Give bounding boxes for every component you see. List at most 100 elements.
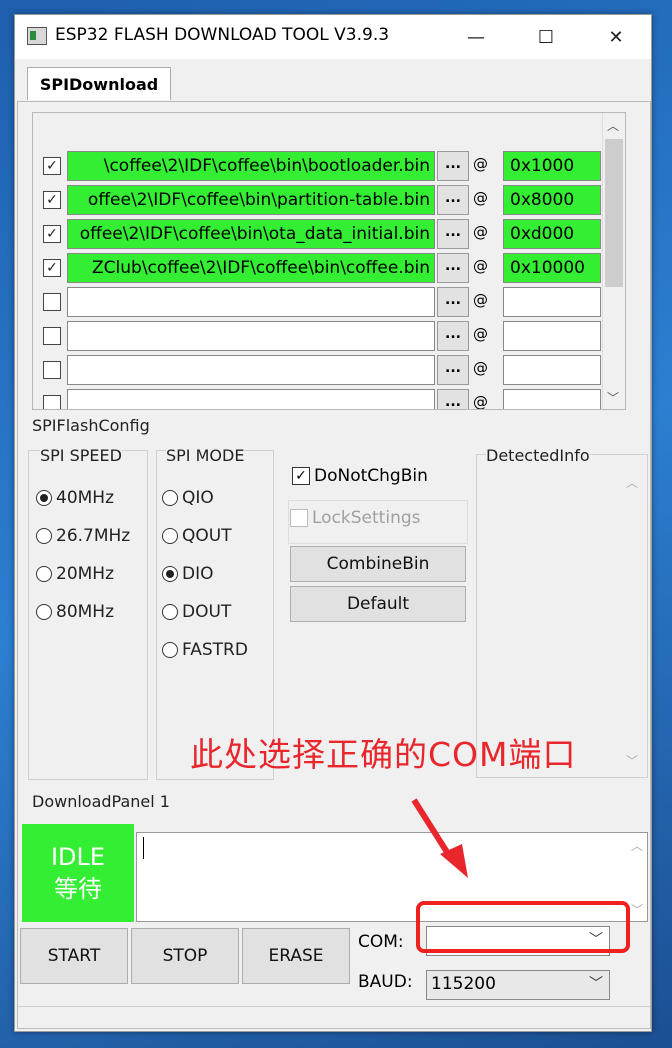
file-checkbox[interactable] (43, 327, 61, 345)
scroll-up-icon[interactable]: ︿ (607, 117, 619, 134)
com-label: COM: (358, 932, 404, 952)
address-field[interactable]: 0xd000 (503, 219, 601, 249)
spiflashconfig-label: SPIFlashConfig (32, 416, 150, 435)
browse-button[interactable]: ... (437, 287, 469, 317)
title-bar[interactable]: ESP32 FLASH DOWNLOAD TOOL V3.9.3 — ☐ ✕ (15, 15, 651, 59)
address-field[interactable] (503, 321, 601, 351)
file-path-field[interactable]: \coffee\2\IDF\coffee\bin\bootloader.bin (67, 151, 435, 181)
app-window: ESP32 FLASH DOWNLOAD TOOL V3.9.3 — ☐ ✕ S… (14, 14, 652, 1032)
checkbox-label: LockSettings (312, 508, 421, 528)
browse-button[interactable]: ... (437, 321, 469, 351)
spi-mode-label: SPI MODE (166, 446, 245, 465)
address-field[interactable]: 0x1000 (503, 151, 601, 181)
file-checkbox[interactable] (43, 395, 61, 409)
donotchgbin-checkbox[interactable]: ✓ DoNotChgBin (292, 466, 428, 486)
status-text-en: IDLE (50, 843, 106, 871)
baud-label: BAUD: (358, 972, 413, 992)
browse-button[interactable]: ... (437, 151, 469, 181)
file-checkbox[interactable] (43, 293, 61, 311)
at-label: @ (473, 359, 488, 377)
highlight-box (416, 901, 630, 953)
browse-button[interactable]: ... (437, 389, 469, 409)
file-checkbox[interactable] (43, 361, 61, 379)
address-field[interactable]: 0x8000 (503, 185, 601, 215)
minimize-button[interactable]: — (441, 15, 511, 59)
arrow-shaft (411, 798, 455, 862)
radio-label: QOUT (182, 526, 232, 546)
detectedinfo-label: DetectedInfo (486, 446, 590, 465)
tab-bar: SPIDownload (15, 59, 651, 101)
maximize-button[interactable]: ☐ (511, 15, 581, 59)
annotation-arrow (411, 798, 468, 878)
file-path-field[interactable] (67, 355, 435, 385)
address-field[interactable] (503, 287, 601, 317)
file-path-field[interactable] (67, 321, 435, 351)
radio-label: 80MHz (56, 602, 115, 622)
file-path-field[interactable] (67, 287, 435, 317)
spi-speed-label: SPI SPEED (40, 446, 122, 465)
file-path-field[interactable] (67, 389, 435, 409)
radio-icon (36, 528, 52, 544)
file-path-field[interactable]: offee\2\IDF\coffee\bin\ota_data_initial.… (67, 219, 435, 249)
baud-rate-select[interactable]: 115200 ﹀ (426, 970, 610, 1000)
status-text-cn: 等待 (54, 875, 102, 903)
browse-button[interactable]: ... (437, 355, 469, 385)
speed-20mhz-radio[interactable]: 20MHz (36, 564, 114, 584)
speed-80mhz-radio[interactable]: 80MHz (36, 602, 114, 622)
radio-selected-icon (36, 490, 52, 506)
at-label: @ (473, 155, 488, 173)
file-checkbox[interactable]: ✓ (43, 259, 61, 277)
scroll-down-icon[interactable]: ﹀ (626, 752, 638, 769)
file-row: ... @ (33, 353, 625, 387)
app-icon (27, 27, 47, 45)
file-row: ✓ offee\2\IDF\coffee\bin\partition-table… (33, 183, 625, 217)
browse-button[interactable]: ... (437, 219, 469, 249)
default-button[interactable]: Default (290, 586, 466, 622)
mode-qio-radio[interactable]: QIO (162, 488, 214, 508)
browse-button[interactable]: ... (437, 253, 469, 283)
radio-selected-icon (162, 566, 178, 582)
speed-26mhz-radio[interactable]: 26.7MHz (36, 526, 130, 546)
radio-label: 20MHz (56, 564, 115, 584)
window-title: ESP32 FLASH DOWNLOAD TOOL V3.9.3 (55, 25, 390, 45)
file-list: ✓ \coffee\2\IDF\coffee\bin\bootloader.bi… (32, 112, 626, 410)
address-field[interactable] (503, 355, 601, 385)
locksettings-checkbox[interactable]: LockSettings (290, 508, 421, 528)
file-row: ... @ (33, 285, 625, 319)
scroll-up-icon[interactable]: ︿ (626, 474, 638, 491)
annotation-text: 此处选择正确的COM端口 (190, 735, 577, 774)
start-button[interactable]: START (20, 928, 128, 984)
spidownload-panel: ✓ \coffee\2\IDF\coffee\bin\bootloader.bi… (17, 101, 651, 1029)
scroll-up-icon[interactable]: ︿ (631, 837, 643, 854)
radio-label: DIO (182, 564, 214, 584)
mode-qout-radio[interactable]: QOUT (162, 526, 232, 546)
browse-button[interactable]: ... (437, 185, 469, 215)
radio-label: FASTRD (182, 640, 248, 660)
file-path-field[interactable]: ZClub\coffee\2\IDF\coffee\bin\coffee.bin (67, 253, 435, 283)
file-checkbox[interactable]: ✓ (43, 225, 61, 243)
file-list-scrollbar[interactable]: ︿ ﹀ (602, 113, 625, 409)
scroll-thumb[interactable] (605, 139, 623, 287)
tab-spidownload[interactable]: SPIDownload (27, 67, 171, 100)
speed-40mhz-radio[interactable]: 40MHz (36, 488, 114, 508)
mode-dio-radio[interactable]: DIO (162, 564, 214, 584)
stop-button[interactable]: STOP (131, 928, 239, 984)
radio-icon (162, 604, 178, 620)
file-path-field[interactable]: offee\2\IDF\coffee\bin\partition-table.b… (67, 185, 435, 215)
mode-fastrd-radio[interactable]: FASTRD (162, 640, 248, 660)
address-field[interactable]: 0x10000 (503, 253, 601, 283)
radio-icon (162, 528, 178, 544)
scroll-down-icon[interactable]: ﹀ (631, 901, 643, 918)
file-checkbox[interactable]: ✓ (43, 157, 61, 175)
file-checkbox[interactable]: ✓ (43, 191, 61, 209)
erase-button[interactable]: ERASE (242, 928, 350, 984)
close-button[interactable]: ✕ (581, 15, 651, 59)
combinebin-button[interactable]: CombineBin (290, 546, 466, 582)
status-bar (18, 1006, 650, 1027)
at-label: @ (473, 189, 488, 207)
at-label: @ (473, 291, 488, 309)
address-field[interactable] (503, 389, 601, 409)
mode-dout-radio[interactable]: DOUT (162, 602, 231, 622)
scroll-down-icon[interactable]: ﹀ (607, 389, 619, 406)
file-row: ... @ (33, 387, 625, 409)
